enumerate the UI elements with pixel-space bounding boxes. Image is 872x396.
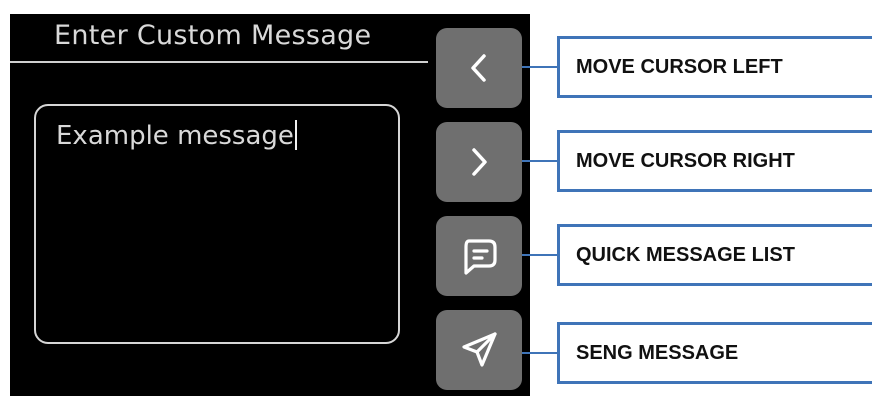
callout-send-message: SENG MESSAGE — [557, 322, 872, 384]
page-title: Enter Custom Message — [54, 20, 372, 51]
callout-label: QUICK MESSAGE LIST — [576, 244, 795, 266]
device-screen: Enter Custom Message Example message — [10, 14, 530, 396]
message-input-box[interactable]: Example message — [34, 104, 400, 344]
callout-label: SENG MESSAGE — [576, 342, 739, 364]
message-text-value: Example message — [56, 121, 294, 151]
callout-label: MOVE CURSOR RIGHT — [576, 150, 795, 172]
title-divider — [10, 61, 428, 63]
text-cursor — [294, 120, 297, 150]
callout-connector — [522, 160, 558, 162]
message-icon — [457, 234, 501, 278]
send-message-button[interactable] — [436, 310, 522, 390]
move-cursor-right-button[interactable] — [436, 122, 522, 202]
chevron-right-icon — [464, 145, 494, 179]
quick-message-list-button[interactable] — [436, 216, 522, 296]
callout-move-cursor-right: MOVE CURSOR RIGHT — [557, 130, 872, 192]
callout-quick-message-list: QUICK MESSAGE LIST — [557, 224, 872, 286]
callout-label: MOVE CURSOR LEFT — [576, 56, 783, 78]
message-input-text: Example message — [56, 120, 297, 151]
chevron-left-icon — [464, 51, 494, 85]
send-icon — [457, 328, 501, 372]
callout-connector — [522, 254, 558, 256]
callout-move-cursor-left: MOVE CURSOR LEFT — [557, 36, 872, 98]
move-cursor-left-button[interactable] — [436, 28, 522, 108]
callout-connector — [522, 352, 558, 354]
callout-connector — [522, 66, 558, 68]
